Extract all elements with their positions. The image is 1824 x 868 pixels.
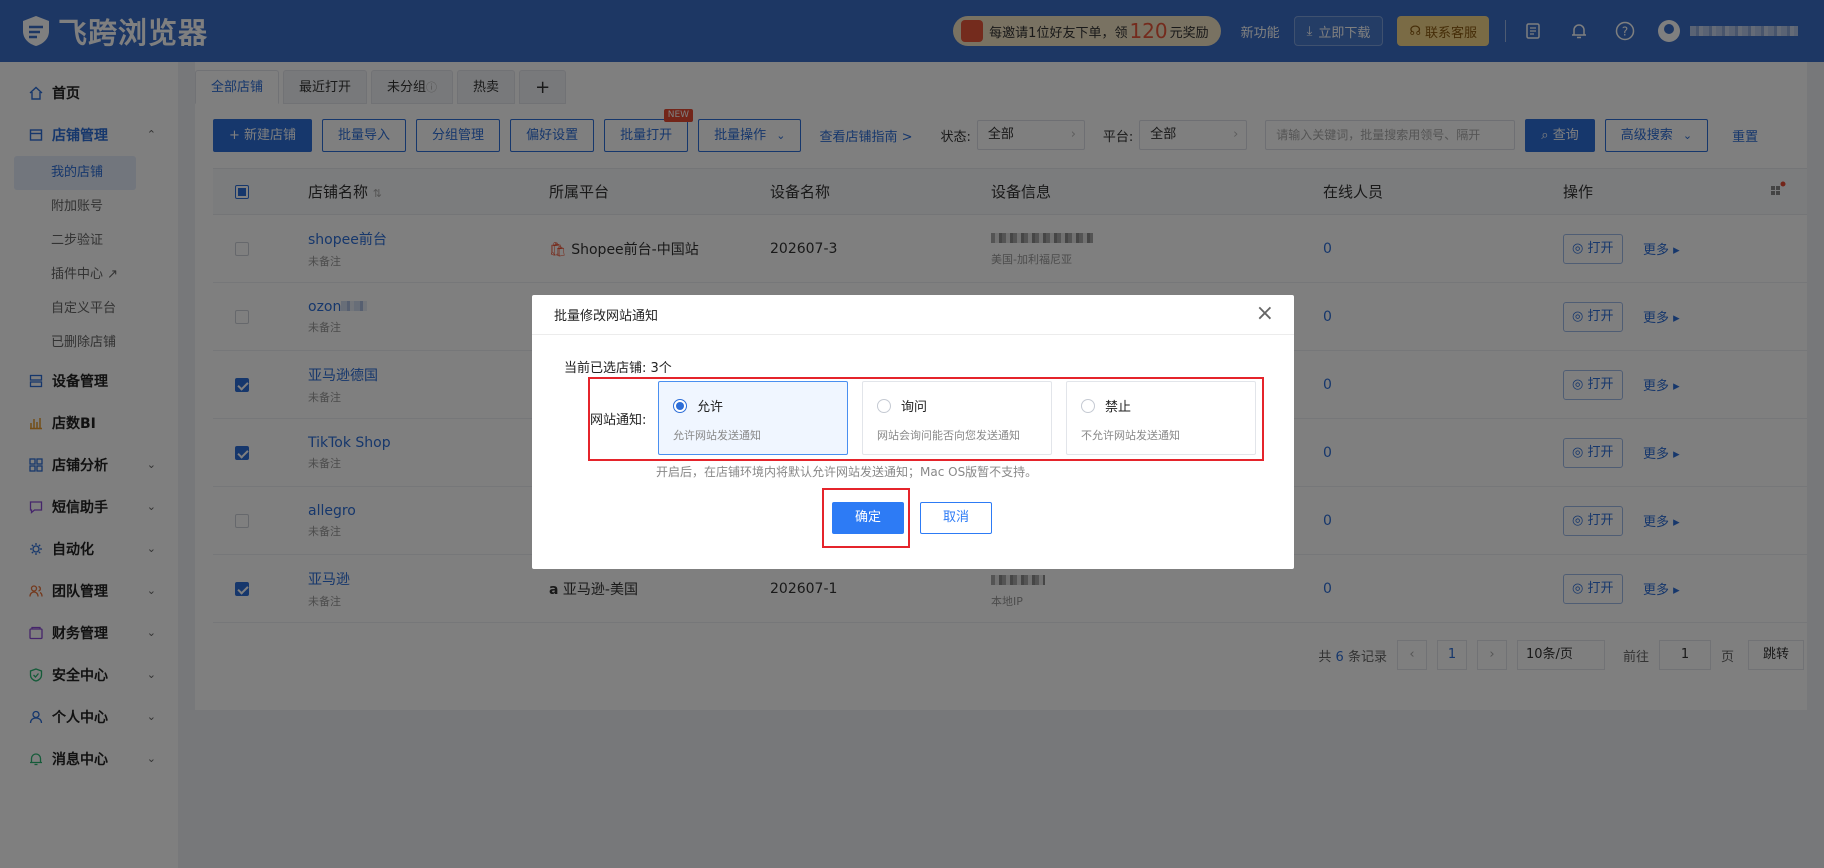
- radio-block[interactable]: [1081, 398, 1095, 413]
- selected-count: 3个: [650, 361, 672, 376]
- notify-label: 网站通知:: [590, 413, 647, 428]
- radio-ask[interactable]: [877, 398, 891, 413]
- option-title: 询问: [901, 400, 928, 415]
- close-icon[interactable]: ×: [1256, 303, 1274, 325]
- option-allow[interactable]: 允许 允许网站发送通知: [658, 381, 848, 455]
- notification-hint: 开启后，在店铺环境内将默认允许网站发送通知；Mac OS版暂不支持。: [656, 465, 1038, 479]
- radio-allow[interactable]: [673, 398, 687, 413]
- dialog-header: 批量修改网站通知 ×: [532, 295, 1294, 335]
- selected-label: 当前已选店铺:: [564, 361, 647, 376]
- option-desc: 允许网站发送通知: [673, 429, 761, 442]
- confirm-button[interactable]: 确定: [832, 502, 904, 534]
- dialog-title: 批量修改网站通知: [554, 309, 659, 324]
- option-title: 禁止: [1105, 400, 1132, 415]
- option-desc: 网站会询问能否向您发送通知: [877, 429, 1020, 442]
- selected-stores-info: 当前已选店铺: 3个: [564, 357, 672, 376]
- option-block[interactable]: 禁止 不允许网站发送通知: [1066, 381, 1256, 455]
- option-title: 允许: [697, 400, 724, 415]
- option-ask[interactable]: 询问 网站会询问能否向您发送通知: [862, 381, 1052, 455]
- batch-notification-dialog: 批量修改网站通知 × 当前已选店铺: 3个 网站通知: 允许 允许网站发送通知 …: [532, 295, 1294, 569]
- cancel-button[interactable]: 取消: [920, 502, 992, 534]
- option-desc: 不允许网站发送通知: [1081, 429, 1180, 442]
